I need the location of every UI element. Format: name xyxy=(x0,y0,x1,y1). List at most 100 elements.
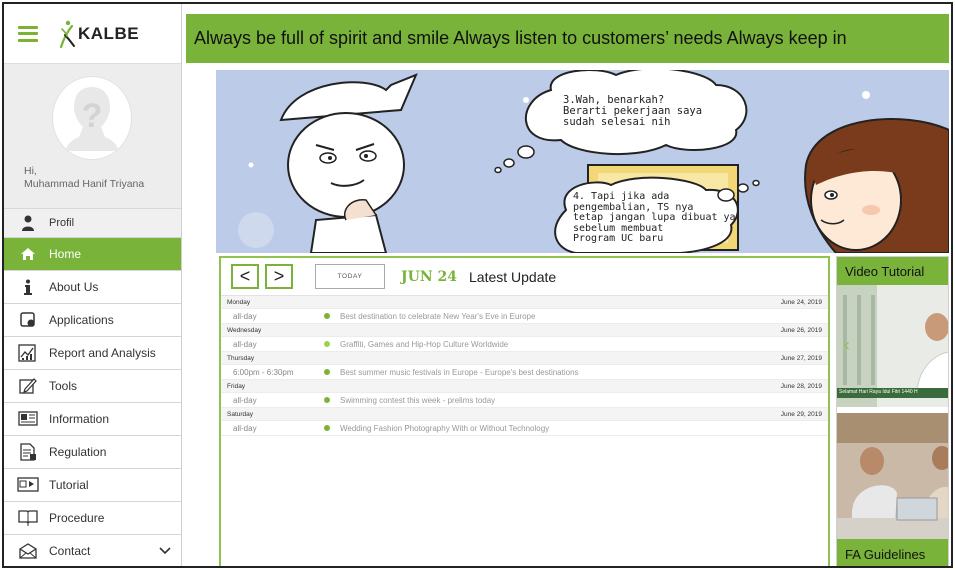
sidebar-item-label: Information xyxy=(49,412,110,426)
day-header: Thursday June 27, 2019 xyxy=(221,352,828,365)
calendar-header: < > TODAY JUN 24 Latest Update xyxy=(221,258,828,296)
sidebar-item-label: Tools xyxy=(49,379,78,393)
comic-banner[interactable]: 3.Wah, benarkah? Berarti pekerjaan saya … xyxy=(216,70,949,253)
regulation-icon xyxy=(15,442,41,462)
day-header: Friday June 28, 2019 xyxy=(221,380,828,393)
event-time: all-day xyxy=(233,339,257,349)
applications-icon xyxy=(15,310,41,330)
sidebar-menu: Profil Home About Us Applications Report… xyxy=(4,209,181,566)
event-row[interactable]: all-day Graffiti, Games and Hip-Hop Cult… xyxy=(221,337,828,352)
contact-icon xyxy=(15,541,41,561)
sidebar-item-tutorial[interactable]: Tutorial xyxy=(4,469,181,502)
calendar-list: Monday June 24, 2019 all-day Best destin… xyxy=(221,296,828,436)
sidebar-item-regulation[interactable]: Regulation xyxy=(4,436,181,469)
event-title[interactable]: Best summer music festivals in Europe - … xyxy=(340,368,579,377)
motto-marquee-text: Always be full of spirit and smile Alway… xyxy=(194,28,847,48)
next-button[interactable]: > xyxy=(265,264,293,289)
sidebar-item-tools[interactable]: Tools xyxy=(4,370,181,403)
video-tutorial-heading[interactable]: Video Tutorial xyxy=(837,257,948,285)
event-title[interactable]: Best destination to celebrate New Year's… xyxy=(340,312,535,321)
sidebar-item-about-us[interactable]: About Us xyxy=(4,271,181,304)
day-name: Saturday xyxy=(227,410,254,418)
calendar-title: Latest Update xyxy=(469,268,557,285)
procedure-icon xyxy=(15,508,41,528)
video-tutorial-thumbnail[interactable]: ‹ Selamat Hari Raya Idul Fitri 1440 H xyxy=(837,285,948,407)
event-row[interactable]: 6:00pm - 6:30pm Best summer music festiv… xyxy=(221,365,828,380)
information-icon xyxy=(15,409,41,429)
sidebar-item-label: Home xyxy=(49,247,82,261)
event-dot-icon xyxy=(324,341,330,347)
fa-guidelines-thumbnail[interactable] xyxy=(837,413,948,547)
home-icon xyxy=(15,244,41,264)
sidebar-item-label: Tutorial xyxy=(49,478,89,492)
day-name: Monday xyxy=(227,298,251,306)
speech-bubble-bottom: 4. Tapi jika ada pengembalian, TS nya te… xyxy=(573,191,736,245)
day-date: June 29, 2019 xyxy=(780,410,822,418)
day-header: Saturday June 29, 2019 xyxy=(221,408,828,421)
info-icon xyxy=(15,277,41,297)
event-time: 6:00pm - 6:30pm xyxy=(233,367,294,377)
day-header: Wednesday June 26, 2019 xyxy=(221,324,828,337)
calendar-date: JUN 24 xyxy=(401,268,457,285)
event-time: all-day xyxy=(233,423,257,433)
sidebar-item-report-and-analysis[interactable]: Report and Analysis xyxy=(4,337,181,370)
prev-button[interactable]: < xyxy=(231,264,259,289)
day-date: June 28, 2019 xyxy=(780,382,822,390)
event-row[interactable]: all-day Wedding Fashion Photography With… xyxy=(221,421,828,436)
person-icon xyxy=(15,213,41,233)
sidebar-item-information[interactable]: Information xyxy=(4,403,181,436)
tutorial-icon xyxy=(15,475,41,495)
event-time: all-day xyxy=(233,395,257,405)
today-button[interactable]: TODAY xyxy=(315,264,385,289)
event-dot-icon xyxy=(324,397,330,403)
tools-icon xyxy=(15,376,41,396)
event-time: all-day xyxy=(233,311,257,321)
sidebar-item-label: Contact xyxy=(49,544,91,558)
sidebar-item-label: Profil xyxy=(49,217,75,229)
chevron-down-icon[interactable] xyxy=(159,544,171,558)
sidebar-item-label: Report and Analysis xyxy=(49,346,156,360)
latest-update-calendar: < > TODAY JUN 24 Latest Update Monday Ju… xyxy=(219,256,830,566)
sidebar-item-contact[interactable]: Contact xyxy=(4,535,181,566)
event-dot-icon xyxy=(324,313,330,319)
sidebar: KALBE ? Hi, Muhammad Hanif Triyana Profi… xyxy=(4,4,182,566)
fa-guidelines-image xyxy=(837,413,948,547)
greeting-hi: Hi, xyxy=(24,165,37,177)
motto-banner: Always be full of spirit and smile Alway… xyxy=(186,14,949,63)
svg-text:?: ? xyxy=(82,97,103,135)
report-icon xyxy=(15,343,41,363)
sidebar-item-procedure[interactable]: Procedure xyxy=(4,502,181,535)
user-name: Muhammad Hanif Triyana xyxy=(24,178,145,190)
brand-name: KALBE xyxy=(78,23,140,43)
app-window: KALBE ? Hi, Muhammad Hanif Triyana Profi… xyxy=(2,2,953,568)
sidebar-item-applications[interactable]: Applications xyxy=(4,304,181,337)
event-row[interactable]: all-day Swimming contest this week - pre… xyxy=(221,393,828,408)
chevron-left-icon[interactable]: ‹ xyxy=(843,335,850,356)
hamburger-menu-icon[interactable] xyxy=(18,25,38,42)
day-header: Monday June 24, 2019 xyxy=(221,296,828,309)
sidebar-item-home[interactable]: Home xyxy=(4,238,181,271)
sidebar-item-label: Procedure xyxy=(49,511,105,525)
day-date: June 24, 2019 xyxy=(780,298,822,306)
sidebar-item-label: Regulation xyxy=(49,445,107,459)
kalbe-logo-icon xyxy=(59,20,75,48)
bubble-line: tetap jangan lupa dibuat ya xyxy=(573,212,736,223)
fa-guidelines-heading[interactable]: FA Guidelines xyxy=(837,539,948,566)
event-title[interactable]: Graffiti, Games and Hip-Hop Culture Worl… xyxy=(340,340,508,349)
sidebar-item-profil[interactable]: Profil xyxy=(4,209,181,238)
bubble-line: 4. Tapi jika ada xyxy=(573,191,670,202)
sidebar-item-label: Applications xyxy=(49,313,114,327)
event-dot-icon xyxy=(324,425,330,431)
day-name: Thursday xyxy=(227,354,255,362)
kalbe-logo[interactable]: KALBE xyxy=(58,20,139,48)
speech-bubble-top: 3.Wah, benarkah? Berarti pekerjaan saya … xyxy=(563,95,702,128)
event-title[interactable]: Swimming contest this week - prelims tod… xyxy=(340,396,495,405)
event-row[interactable]: all-day Best destination to celebrate Ne… xyxy=(221,309,828,324)
avatar[interactable]: ? xyxy=(52,76,132,160)
bubble-line: Program UC baru xyxy=(573,233,664,244)
unknown-user-icon: ? xyxy=(65,87,119,151)
day-date: June 26, 2019 xyxy=(780,326,822,334)
brand-header: KALBE xyxy=(4,4,181,64)
event-title[interactable]: Wedding Fashion Photography With or With… xyxy=(340,424,549,433)
event-dot-icon xyxy=(324,369,330,375)
